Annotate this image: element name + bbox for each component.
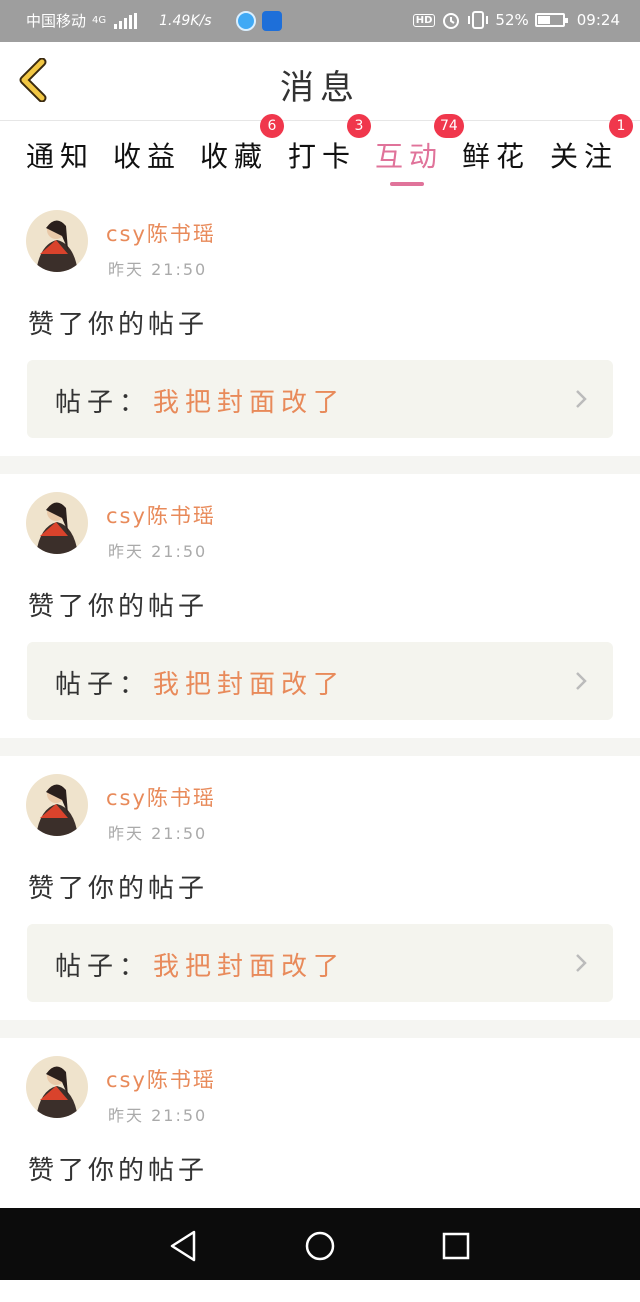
tab-interaction[interactable]: 互动 [375,135,443,175]
nav-back-button[interactable] [164,1226,204,1266]
avatar[interactable] [26,210,88,272]
shield-app-icon [261,10,282,31]
action-text: 赞了你的帖子 [28,592,209,622]
browser-app-icon [235,10,256,31]
action-text: 赞了你的帖子 [28,874,209,904]
post-title: 我把封面改了 [153,388,346,418]
tab-favorites[interactable]: 收藏 [200,135,268,175]
timestamp: 昨天 21:50 [108,542,208,561]
battery-percent: 52% [495,11,529,29]
network-speed: 1.49K/s [159,12,212,29]
post-label: 帖子： [55,670,152,700]
vibrate-icon [468,11,489,29]
tab-notifications[interactable]: 通知 [26,135,94,175]
list-item[interactable]: csy陈书瑶 昨天 21:50 赞了你的帖子 帖子： 我把封面改了 [0,756,640,1020]
timestamp: 昨天 21:50 [108,260,208,279]
chevron-right-icon [576,672,587,690]
tab-earnings[interactable]: 收益 [113,135,181,175]
username[interactable]: csy陈书瑶 [106,1064,216,1094]
chevron-right-icon [576,954,587,972]
home-circle-icon [305,1231,335,1261]
divider [0,1020,640,1038]
tab-following[interactable]: 关注 [550,135,618,175]
message-feed[interactable]: csy陈书瑶 昨天 21:50 赞了你的帖子 帖子： 我把封面改了 csy陈书瑶… [0,192,640,1302]
post-link[interactable]: 帖子： 我把封面改了 [27,360,613,438]
alarm-icon [443,13,460,29]
page-title: 消息 [280,68,360,108]
header: 消息 [0,42,640,121]
clock: 09:24 [576,11,620,29]
avatar[interactable] [26,774,88,836]
chevron-right-icon [576,390,587,408]
badge-interaction: 74 [434,114,464,138]
post-label: 帖子： [55,388,152,418]
carrier-label: 中国移动 [26,12,87,30]
recents-square-icon [442,1232,470,1260]
avatar[interactable] [26,1056,88,1118]
battery-icon [534,13,568,27]
tab-bar: 通知 收益 收藏 打卡 互动 鲜花 关注 [0,121,640,191]
list-item[interactable]: csy陈书瑶 昨天 21:50 赞了你的帖子 帖子： 我把封面改了 [0,192,640,456]
post-link[interactable]: 帖子： 我把封面改了 [27,642,613,720]
username[interactable]: csy陈书瑶 [106,218,216,248]
timestamp: 昨天 21:50 [108,824,208,843]
timestamp: 昨天 21:50 [108,1106,208,1125]
action-text: 赞了你的帖子 [28,1156,209,1186]
divider [0,738,640,756]
tab-flowers[interactable]: 鲜花 [462,135,530,175]
avatar[interactable] [26,492,88,554]
status-bar: 中国移动 4G 1.49K/s HD 52% 09:24 [0,0,640,42]
post-title: 我把封面改了 [153,670,346,700]
nav-recents-button[interactable] [436,1226,476,1266]
post-link[interactable]: 帖子： 我把封面改了 [27,924,613,1002]
username[interactable]: csy陈书瑶 [106,782,216,812]
back-triangle-icon [170,1230,196,1262]
post-title: 我把封面改了 [153,952,346,982]
network-label: 4G [92,15,107,26]
hd-icon: HD [412,13,436,27]
list-item[interactable]: csy陈书瑶 昨天 21:50 赞了你的帖子 帖子： 我把封面改了 [0,474,640,738]
badge-following: 1 [609,114,633,138]
active-tab-indicator [390,182,424,186]
username[interactable]: csy陈书瑶 [106,500,216,530]
tab-checkin[interactable]: 打卡 [288,135,356,175]
badge-favorites: 6 [260,114,284,138]
action-text: 赞了你的帖子 [28,310,209,340]
signal-icon [114,12,138,29]
post-label: 帖子： [55,952,152,982]
system-nav-bar [0,1208,640,1280]
divider [0,456,640,474]
badge-checkin: 3 [347,114,371,138]
nav-home-button[interactable] [300,1226,340,1266]
